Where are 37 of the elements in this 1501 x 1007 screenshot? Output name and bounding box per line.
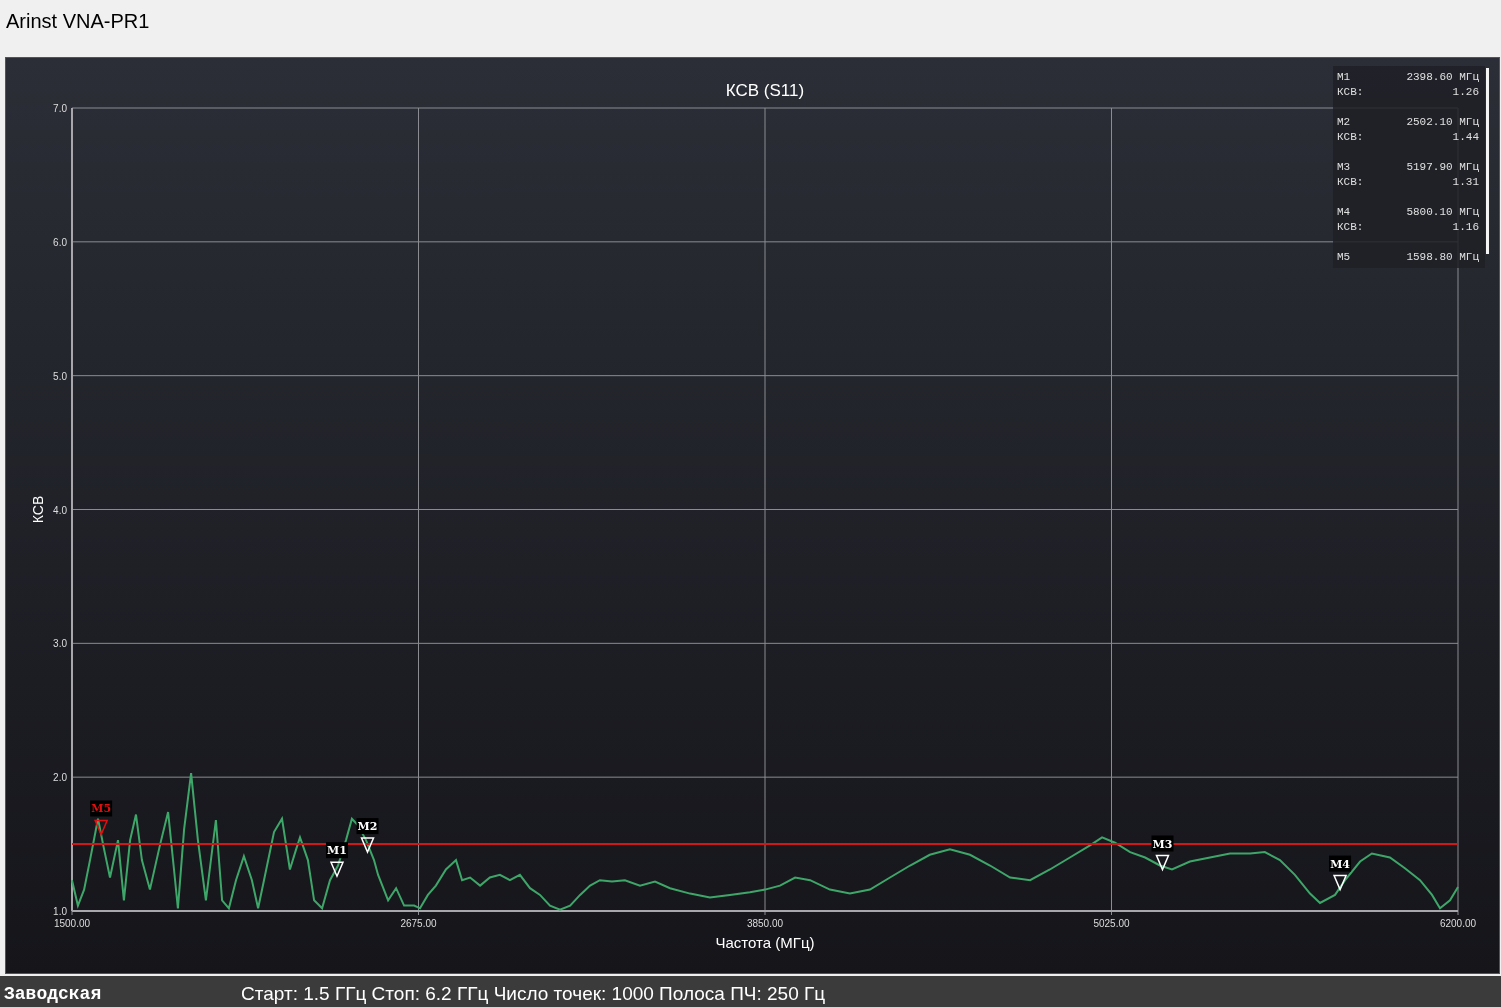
y-tick-label: 4.0 <box>53 504 67 516</box>
y-tick-label: 6.0 <box>53 236 67 248</box>
x-tick-label: 5025.00 <box>1093 918 1130 929</box>
parameter-value: 1.26 <box>1451 85 1479 100</box>
x-tick-label: 2675.00 <box>400 918 437 929</box>
parameter-value: 1.44 <box>1451 130 1479 145</box>
parameter-label: КСВ: <box>1337 85 1364 100</box>
marker-name: M1 <box>1337 70 1352 85</box>
marker-frequency: 2502.10 МГц <box>1406 115 1479 130</box>
y-tick-label: 5.0 <box>53 370 67 382</box>
marker-frequency: 1598.80 МГц <box>1406 250 1479 265</box>
window-title: Arinst VNA-PR1 <box>6 10 150 33</box>
x-tick-label: 6200.00 <box>1439 918 1477 929</box>
parameter-label: КСВ: <box>1337 130 1364 145</box>
parameter-value: 1.16 <box>1451 220 1479 235</box>
marker-frequency: 2398.60 МГц <box>1406 70 1479 85</box>
marker-name: M2 <box>1337 115 1352 130</box>
marker-name: M5 <box>1337 250 1351 265</box>
marker-frequency: 5800.10 МГц <box>1406 205 1479 220</box>
x-tick-label: 3850.00 <box>746 918 784 929</box>
sweep-settings: Старт: 1.5 ГГц Стоп: 6.2 ГГц Число точек: 1000 Полоса ПЧ: 250 Гц <box>241 982 826 1005</box>
scrollbar[interactable] <box>1486 68 1489 254</box>
profile-name: Заводская <box>4 983 103 1004</box>
y-tick-label: 7.0 <box>53 103 67 114</box>
y-tick-label: 1.0 <box>53 906 67 917</box>
parameter-label: КСВ: <box>1337 175 1364 190</box>
marker-frequency: 5197.90 МГц <box>1406 160 1479 175</box>
y-tick-label: 2.0 <box>53 772 67 784</box>
y-axis-label: КСВ <box>30 495 46 524</box>
chart-title: КСВ (S11) <box>725 81 805 100</box>
x-axis-label: Частота (МГц) <box>715 934 815 951</box>
marker-name: M3 <box>1337 160 1352 175</box>
parameter-label: КСВ: <box>1337 220 1364 235</box>
y-tick-label: 3.0 <box>53 638 67 650</box>
marker-name: M4 <box>1337 205 1352 220</box>
parameter-value: 1.31 <box>1451 175 1479 190</box>
x-tick-label: 1500.00 <box>53 918 91 929</box>
